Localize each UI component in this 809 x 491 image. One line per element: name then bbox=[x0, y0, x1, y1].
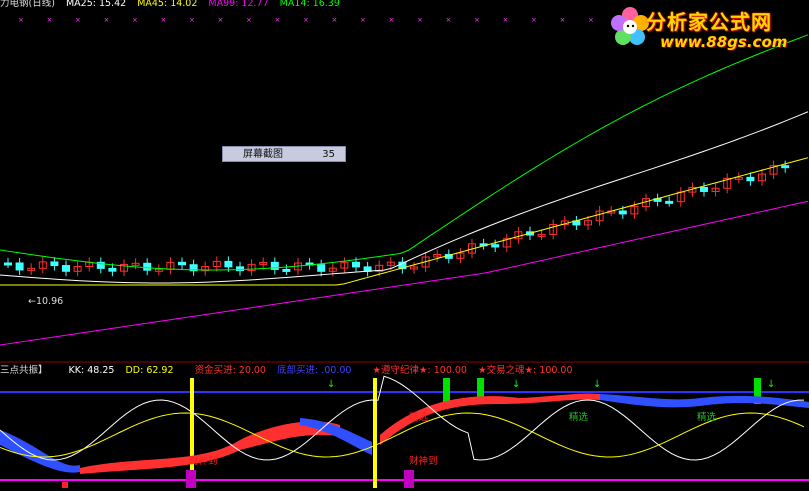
top-marker: × bbox=[275, 16, 281, 24]
chart-area[interactable]: ×××××××××××××××××××××××××××↓↓↓↓ bbox=[0, 0, 809, 488]
sub-indicator-bar: 三点共振】 KK: 48.25 DD: 62.92 资金买进: 20.00 底部… bbox=[0, 365, 581, 377]
annotation-caishen-2: 财神到 bbox=[409, 456, 438, 467]
ma14-line bbox=[0, 34, 809, 271]
logo-title: 分析家公式网 bbox=[646, 10, 772, 34]
main-indicator-bar: 力电钢(日线) MA25: 15.42 MA45: 14.02 MA99: 12… bbox=[0, 0, 348, 10]
blue-band bbox=[600, 394, 809, 408]
top-marker: × bbox=[417, 16, 423, 24]
top-marker: × bbox=[531, 16, 537, 24]
candle-body bbox=[108, 267, 117, 272]
annotation-caishen-1: 财神到 bbox=[189, 456, 218, 467]
ma45-value: MA45: 14.02 bbox=[137, 0, 198, 9]
dd-value: DD: 62.92 bbox=[125, 365, 174, 376]
kk-line bbox=[0, 375, 805, 461]
top-marker: × bbox=[18, 16, 24, 24]
logo-url: www.88gs.com bbox=[660, 33, 788, 51]
down-arrow-icon: ↓ bbox=[767, 379, 775, 390]
top-marker: × bbox=[189, 16, 195, 24]
candle-body bbox=[491, 244, 500, 248]
signal-block bbox=[186, 470, 196, 488]
top-marker: × bbox=[389, 16, 395, 24]
ma99-value: MA99: 12.77 bbox=[208, 0, 269, 9]
top-marker: × bbox=[360, 16, 366, 24]
ma25-value: MA25: 15.42 bbox=[65, 0, 127, 9]
candle-body bbox=[178, 261, 186, 266]
candle-body bbox=[665, 200, 674, 204]
top-marker: × bbox=[474, 16, 480, 24]
green-signal-bar bbox=[443, 378, 450, 404]
candle-body bbox=[282, 268, 291, 272]
discipline-value: ★遵守纪律★: 100.00 bbox=[372, 365, 467, 376]
down-arrow-icon: ↓ bbox=[593, 379, 601, 390]
top-marker: × bbox=[303, 16, 309, 24]
top-marker: × bbox=[332, 16, 338, 24]
candle-body bbox=[618, 210, 627, 215]
ma99-line bbox=[0, 200, 809, 346]
candle-body bbox=[4, 262, 12, 266]
top-marker: × bbox=[75, 16, 81, 24]
screenshot-count: 35 bbox=[322, 149, 335, 160]
top-marker: × bbox=[503, 16, 509, 24]
annotation-jingxuan-2: 精选 bbox=[569, 412, 589, 423]
chart-canvas[interactable]: ×××××××××××××××××××××××××××↓↓↓↓ bbox=[0, 0, 809, 488]
screenshot-button[interactable]: 屏幕截图 35 bbox=[222, 146, 346, 162]
candle-body bbox=[224, 260, 233, 268]
ma14-value: MA14: 16.39 bbox=[279, 0, 340, 9]
signal-block bbox=[404, 470, 414, 488]
kk-value: KK: 48.25 bbox=[68, 365, 115, 376]
candle-body bbox=[317, 264, 326, 272]
candle-body bbox=[352, 261, 360, 268]
blue-band bbox=[300, 418, 372, 455]
low-price-label: ←10.96 bbox=[28, 296, 64, 307]
stock-title: 力电钢(日线) bbox=[0, 0, 55, 9]
top-marker: × bbox=[132, 16, 138, 24]
signal-block bbox=[62, 482, 68, 488]
trading-soul-value: ★交易之魂★: 100.00 bbox=[478, 365, 573, 376]
candle-body bbox=[15, 262, 24, 271]
ma25-line bbox=[0, 111, 809, 284]
screenshot-label: 屏幕截图 bbox=[243, 149, 283, 160]
top-marker: × bbox=[161, 16, 167, 24]
sub-panel-title: 三点共振】 bbox=[0, 365, 48, 376]
annotation-jingxuan-3: 精选 bbox=[697, 412, 717, 423]
top-marker: × bbox=[246, 16, 252, 24]
top-marker: × bbox=[47, 16, 53, 24]
signal-bar bbox=[373, 378, 377, 488]
top-marker: × bbox=[218, 16, 224, 24]
top-marker: × bbox=[446, 16, 452, 24]
down-arrow-icon: ↓ bbox=[327, 379, 335, 390]
candle-body bbox=[700, 187, 708, 192]
candle-body bbox=[746, 176, 755, 182]
candle-body bbox=[50, 261, 59, 267]
site-logo[interactable]: 分析家公式网 www.88gs.com bbox=[606, 0, 809, 55]
top-marker: × bbox=[104, 16, 110, 24]
top-marker: × bbox=[560, 16, 566, 24]
down-arrow-icon: ↓ bbox=[512, 379, 520, 390]
top-marker: × bbox=[588, 16, 594, 24]
candle-body bbox=[62, 265, 70, 272]
bottom-buy-value: 底部买进: .00.00 bbox=[277, 365, 352, 376]
capital-buy-value: 资金买进: 20.00 bbox=[194, 365, 266, 376]
candle-body bbox=[781, 165, 790, 169]
candle-body bbox=[143, 262, 152, 271]
annotation-jingxuan-1: 精选 bbox=[409, 412, 429, 423]
